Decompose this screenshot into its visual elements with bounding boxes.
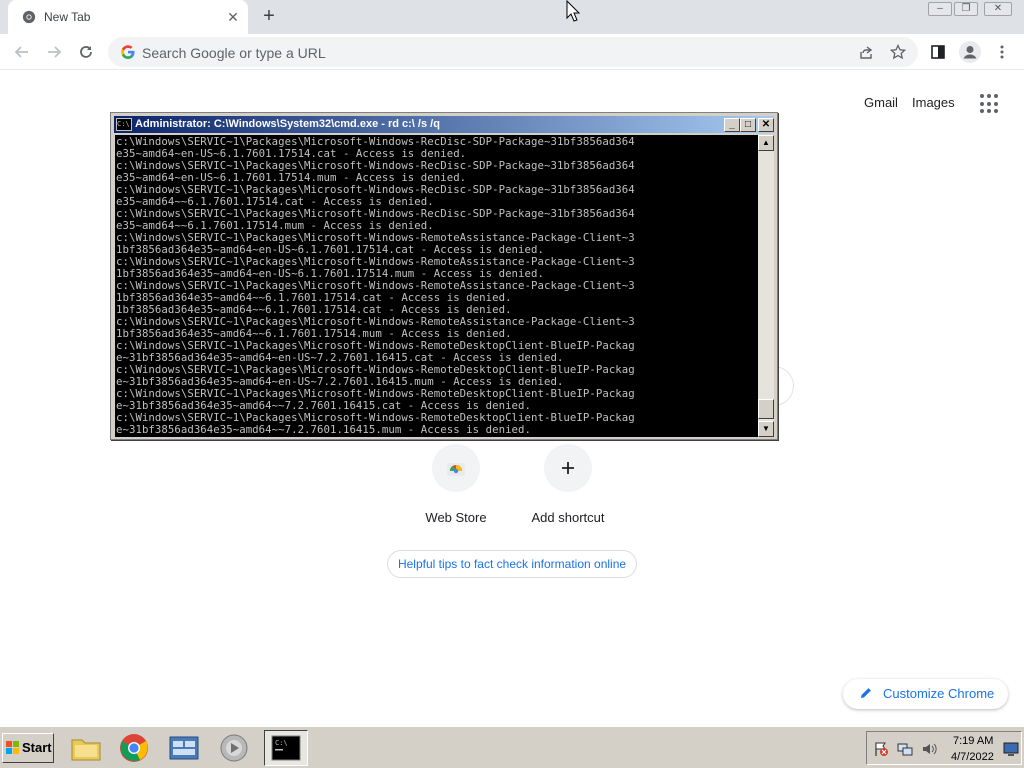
shortcut-label: Web Store	[425, 510, 487, 525]
google-g-icon	[121, 45, 135, 59]
cmd-window[interactable]: C:\ Administrator: C:\Windows\System32\c…	[110, 112, 778, 440]
images-link[interactable]: Images	[912, 95, 955, 110]
svg-text:C:\: C:\	[275, 739, 288, 747]
plus-icon	[562, 462, 574, 474]
mouse-cursor-icon	[566, 0, 580, 22]
chrome-menu-button[interactable]	[990, 40, 1014, 64]
omnibox[interactable]: Search Google or type a URL	[108, 37, 918, 67]
scroll-up-icon[interactable]: ▲	[758, 135, 774, 151]
cmd-window-icon: C:\	[116, 118, 132, 131]
close-window-button[interactable]: ✕	[984, 2, 1012, 16]
windows-logo-icon	[6, 741, 19, 754]
omnibox-placeholder: Search Google or type a URL	[142, 45, 326, 61]
shortcut-add[interactable]: Add shortcut	[518, 444, 618, 525]
show-desktop-icon[interactable]	[1003, 741, 1019, 757]
avatar-icon	[959, 41, 981, 63]
web-store-icon	[447, 463, 465, 476]
media-icon	[220, 734, 248, 762]
cmd-title-bar[interactable]: C:\ Administrator: C:\Windows\System32\c…	[114, 116, 774, 133]
cmd-scrollbar[interactable]: ▲ ▼	[758, 135, 774, 437]
tab-strip: New Tab ✕ + – ❐ ✕	[0, 0, 1024, 34]
taskbar-server-manager[interactable]	[162, 730, 206, 766]
scroll-down-icon[interactable]: ▼	[758, 421, 774, 437]
back-arrow-icon	[14, 46, 28, 58]
pencil-icon	[861, 688, 871, 698]
side-panel-button[interactable]	[926, 40, 950, 64]
new-tab-button[interactable]: +	[258, 6, 280, 28]
restore-button[interactable]: ❐	[954, 2, 978, 16]
taskbar: Start C:\ 7:19 AM 4/7/2022	[0, 726, 1024, 768]
scroll-thumb[interactable]	[758, 399, 774, 419]
cmd-icon: C:\	[271, 735, 301, 761]
cmd-title: Administrator: C:\Windows\System32\cmd.e…	[135, 118, 440, 130]
bookmark-star-icon[interactable]	[890, 44, 906, 60]
back-button[interactable]	[10, 40, 34, 64]
customize-chrome-label: Customize Chrome	[883, 686, 995, 701]
cmd-maximize-button[interactable]: □	[740, 118, 756, 132]
google-apps-icon[interactable]	[980, 94, 1000, 114]
tab-title: New Tab	[44, 10, 91, 24]
taskbar-media[interactable]	[212, 730, 256, 766]
network-icon[interactable]	[897, 741, 913, 757]
forward-arrow-icon	[48, 46, 62, 58]
system-tray: 7:19 AM 4/7/2022	[866, 731, 1022, 765]
share-icon[interactable]	[858, 45, 874, 61]
server-manager-icon	[169, 736, 199, 760]
clock-date[interactable]: 4/7/2022	[951, 751, 994, 763]
clock-time[interactable]: 7:19 AM	[953, 735, 993, 747]
shortcut-label: Add shortcut	[531, 510, 605, 525]
side-panel-icon	[931, 45, 945, 59]
reload-button[interactable]	[74, 40, 98, 64]
tab-new-tab[interactable]: New Tab ✕	[8, 0, 248, 34]
cmd-minimize-button[interactable]: _	[724, 118, 740, 132]
customize-chrome-button[interactable]: Customize Chrome	[843, 679, 1008, 709]
helpful-tips-chip[interactable]: Helpful tips to fact check information o…	[387, 550, 637, 578]
taskbar-explorer[interactable]	[64, 730, 108, 766]
console-line: e~31bf3856ad364e35~amd64~~7.2.7601.16415…	[116, 423, 532, 436]
cmd-console-output[interactable]: c:\Windows\SERVIC~1\Packages\Microsoft-W…	[115, 135, 758, 437]
tab-close-icon[interactable]: ✕	[224, 8, 242, 26]
start-label: Start	[22, 740, 52, 755]
more-vert-icon	[1000, 45, 1004, 59]
taskbar-chrome[interactable]	[112, 730, 156, 766]
shortcut-web-store[interactable]: Web Store	[406, 444, 506, 525]
cmd-close-button[interactable]: ✕	[758, 118, 774, 132]
minimize-button[interactable]: –	[928, 2, 952, 16]
browser-toolbar: Search Google or type a URL	[0, 34, 1024, 70]
volume-icon[interactable]	[921, 741, 937, 757]
start-button[interactable]: Start	[2, 733, 54, 763]
action-center-flag-icon[interactable]	[873, 741, 889, 757]
chrome-favicon-icon	[22, 10, 36, 24]
forward-button[interactable]	[42, 40, 66, 64]
chrome-icon	[120, 734, 148, 762]
gmail-link[interactable]: Gmail	[864, 95, 898, 110]
taskbar-cmd[interactable]: C:\	[264, 730, 308, 766]
profile-button[interactable]	[958, 40, 982, 64]
reload-icon	[80, 46, 92, 58]
explorer-icon	[71, 739, 101, 761]
